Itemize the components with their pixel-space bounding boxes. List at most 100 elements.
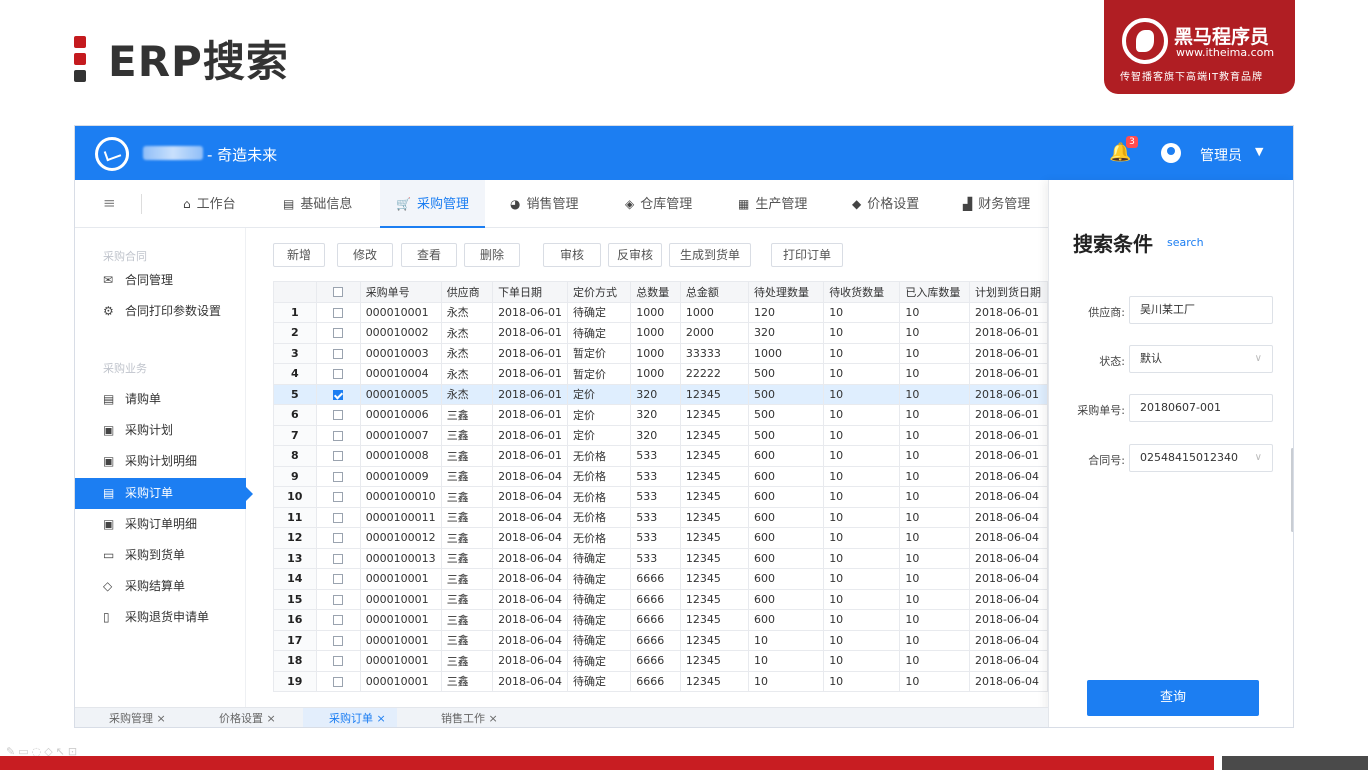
row-checkbox[interactable] xyxy=(315,568,361,590)
view-button[interactable]: 查看 xyxy=(401,243,457,267)
print-order-button[interactable]: 打印订单 xyxy=(771,243,843,267)
contract-number-select[interactable]: 02548415012340 ∨ xyxy=(1129,444,1273,472)
table-cell: 无价格 xyxy=(566,506,632,528)
row-checkbox[interactable] xyxy=(315,527,361,549)
unapprove-button[interactable]: 反审核 xyxy=(608,243,662,267)
row-checkbox[interactable] xyxy=(315,506,361,528)
row-checkbox[interactable] xyxy=(315,445,361,467)
table-row[interactable]: 9 000010009 三鑫 2018-06-04 无价格 533 12345 600 10 10… xyxy=(273,465,1048,487)
table-cell: 2018-06-04 xyxy=(969,609,1048,631)
bottom-tab-pricing[interactable]: 价格设置 × xyxy=(219,708,289,727)
table-row[interactable]: 10 0000100010 三鑫 2018-06-04 无价格 533 12345 600 10… xyxy=(273,486,1048,508)
table-row[interactable]: 7 000010007 三鑫 2018-06-01 定价 320 12345 500 10 10 2… xyxy=(273,424,1048,446)
table-row[interactable]: 8 000010008 三鑫 2018-06-01 无价格 533 12345 600 10 10… xyxy=(273,445,1048,467)
sidebar-item-settlement[interactable]: ◇ 采购结算单 xyxy=(75,571,246,602)
table-row[interactable]: 16 000010001 三鑫 2018-06-04 待确定 6666 12345 600 10… xyxy=(273,609,1048,631)
table-cell: 10 xyxy=(899,486,971,508)
sidebar-item-requisition[interactable]: ▤ 请购单 xyxy=(75,384,246,415)
col-header[interactable]: 待处理数量 xyxy=(747,281,825,303)
nav-tab-workbench[interactable]: ⌂ 工作台 xyxy=(183,180,253,228)
nav-tab-production[interactable]: ▦ 生产管理 xyxy=(738,180,823,228)
table-cell: 12345 xyxy=(679,670,749,692)
row-checkbox[interactable] xyxy=(315,424,361,446)
table-cell: 永杰 xyxy=(440,322,494,344)
bottom-tab-purchase[interactable]: 采购管理 × xyxy=(109,708,179,727)
nav-tab-finance[interactable]: ▟ 财务管理 xyxy=(963,180,1048,228)
table-row[interactable]: 2 000010002 永杰 2018-06-01 待确定 1000 2000 320 10 10… xyxy=(273,322,1048,344)
add-button[interactable]: 新增 xyxy=(273,243,325,267)
bottom-tab-purchase-order[interactable]: 采购订单 × xyxy=(303,708,397,727)
col-header[interactable]: 总金额 xyxy=(679,281,749,303)
menu-icon[interactable]: ≡ xyxy=(103,194,116,212)
row-checkbox[interactable] xyxy=(315,383,361,405)
table-cell: 永杰 xyxy=(440,363,494,385)
table-cell: 320 xyxy=(630,404,681,426)
nav-tab-warehouse[interactable]: ◈ 仓库管理 xyxy=(625,180,710,228)
order-number-input[interactable]: 20180607-001 xyxy=(1129,394,1273,422)
row-checkbox[interactable] xyxy=(315,547,361,569)
col-header[interactable]: 计划到货日期 xyxy=(969,281,1048,303)
nav-tab-pricing[interactable]: ◆ 价格设置 xyxy=(852,180,937,228)
table-row[interactable]: 15 000010001 三鑫 2018-06-04 待确定 6666 12345 600 10… xyxy=(273,588,1048,610)
nav-tab-sales[interactable]: ◕ 销售管理 xyxy=(510,180,595,228)
table-row[interactable]: 14 000010001 三鑫 2018-06-04 待确定 6666 12345 600 10… xyxy=(273,568,1048,590)
chevron-down-icon[interactable]: ▼ xyxy=(1255,145,1263,158)
sidebar-item-return-request[interactable]: ▯ 采购退货申请单 xyxy=(75,602,246,633)
table-row[interactable]: 6 000010006 三鑫 2018-06-01 定价 320 12345 500 10 10 2… xyxy=(273,404,1048,426)
row-checkbox[interactable] xyxy=(315,629,361,651)
sidebar-item-purchase-plan[interactable]: ▣ 采购计划 xyxy=(75,415,246,446)
table-row[interactable]: 11 0000100011 三鑫 2018-06-04 无价格 533 12345 600 10… xyxy=(273,506,1048,528)
row-checkbox[interactable] xyxy=(315,465,361,487)
sidebar-item-purchase-order[interactable]: ▤ 采购订单 xyxy=(75,478,253,509)
sidebar-item-arrival[interactable]: ▭ 采购到货单 xyxy=(75,540,246,571)
col-header[interactable]: 采购单号 xyxy=(359,281,442,303)
table-row[interactable]: 5 000010005 永杰 2018-06-01 定价 320 12345 500 10 10 2… xyxy=(273,383,1048,405)
nav-tab-basic-info[interactable]: ▤ 基础信息 xyxy=(283,180,363,228)
col-header[interactable]: 定价方式 xyxy=(566,281,632,303)
table-row[interactable]: 1 000010001 永杰 2018-06-01 待确定 1000 1000 120 10 10… xyxy=(273,301,1048,323)
row-checkbox[interactable] xyxy=(315,322,361,344)
query-button[interactable]: 查询 xyxy=(1087,680,1259,716)
username[interactable]: 管理员 xyxy=(1200,145,1242,165)
row-index: 12 xyxy=(273,527,317,549)
row-checkbox[interactable] xyxy=(315,486,361,508)
row-checkbox[interactable] xyxy=(315,363,361,385)
table-row[interactable]: 3 000010003 永杰 2018-06-01 暂定价 1000 33333 1000 10… xyxy=(273,342,1048,364)
sidebar-item-contract-manage[interactable]: ✉ 合同管理 xyxy=(75,265,246,296)
table-cell: 500 xyxy=(747,424,825,446)
row-checkbox[interactable] xyxy=(315,670,361,692)
col-header[interactable]: 已入库数量 xyxy=(899,281,971,303)
status-select[interactable]: 默认 ∨ xyxy=(1129,345,1273,373)
col-header[interactable]: 总数量 xyxy=(630,281,681,303)
bottom-tab-sales[interactable]: 销售工作 × xyxy=(441,708,511,727)
col-header[interactable]: 待收货数量 xyxy=(823,281,901,303)
table-row[interactable]: 18 000010001 三鑫 2018-06-04 待确定 6666 12345 10 10 1… xyxy=(273,650,1048,672)
table-cell: 三鑫 xyxy=(440,547,494,569)
row-checkbox[interactable] xyxy=(315,404,361,426)
row-checkbox[interactable] xyxy=(315,588,361,610)
table-row[interactable]: 4 000010004 永杰 2018-06-01 暂定价 1000 22222 500 10 1… xyxy=(273,363,1048,385)
sidebar-item-purchase-plan-detail[interactable]: ▣ 采购计划明细 xyxy=(75,446,246,477)
edit-button[interactable]: 修改 xyxy=(337,243,393,267)
user-avatar-icon[interactable] xyxy=(1161,143,1181,163)
approve-button[interactable]: 审核 xyxy=(543,243,601,267)
table-row[interactable]: 13 0000100013 三鑫 2018-06-04 待确定 533 12345 600 10… xyxy=(273,547,1048,569)
generate-arrival-button[interactable]: 生成到货单 xyxy=(669,243,751,267)
row-checkbox[interactable] xyxy=(315,609,361,631)
table-row[interactable]: 12 0000100012 三鑫 2018-06-04 无价格 533 12345 600 10… xyxy=(273,527,1048,549)
select-all-checkbox[interactable] xyxy=(315,281,361,303)
row-checkbox[interactable] xyxy=(315,342,361,364)
row-checkbox[interactable] xyxy=(315,650,361,672)
table-row[interactable]: 19 000010001 三鑫 2018-06-04 待确定 6666 12345 10 10 1… xyxy=(273,670,1048,692)
col-header[interactable]: 下单日期 xyxy=(492,281,568,303)
table-row[interactable]: 17 000010001 三鑫 2018-06-04 待确定 6666 12345 10 10 1… xyxy=(273,629,1048,651)
sidebar-item-purchase-order-detail[interactable]: ▣ 采购订单明细 xyxy=(75,509,246,540)
row-checkbox[interactable] xyxy=(315,301,361,323)
sidebar-item-contract-print-settings[interactable]: ⚙ 合同打印参数设置 xyxy=(75,296,246,327)
table-cell: 2018-06-04 xyxy=(969,588,1048,610)
panel-scrollbar[interactable] xyxy=(1291,448,1293,532)
supplier-input[interactable]: 吴川某工厂 xyxy=(1129,296,1273,324)
nav-tab-purchase[interactable]: 🛒 采购管理 xyxy=(380,180,485,228)
delete-button[interactable]: 删除 xyxy=(464,243,520,267)
col-header[interactable]: 供应商 xyxy=(440,281,494,303)
